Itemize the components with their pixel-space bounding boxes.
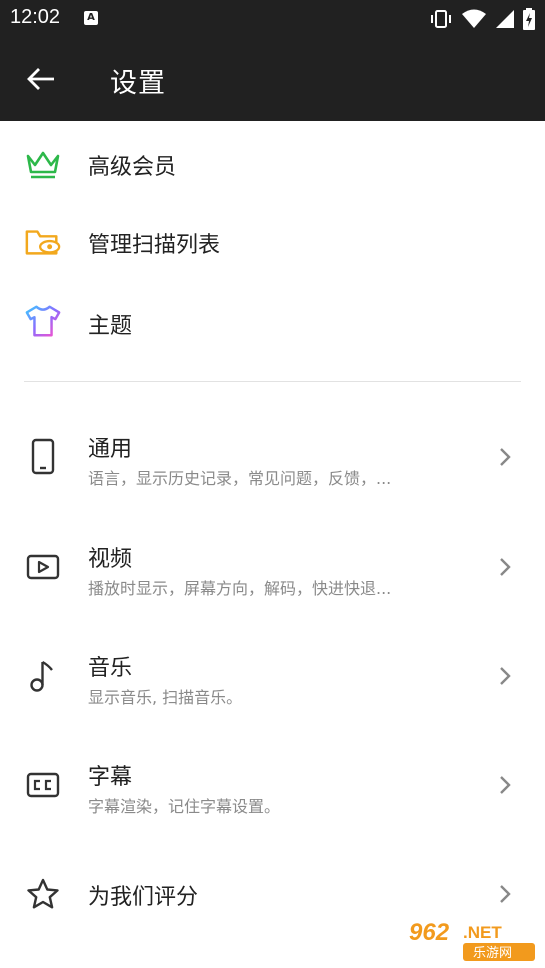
subtitle-settings-item[interactable]: 字幕 字幕渲染，记住字幕设置。: [0, 740, 545, 832]
manage-scan-list-item[interactable]: 管理扫描列表: [0, 204, 545, 280]
folder-eye-icon: [24, 223, 62, 261]
chevron-right-icon: [495, 555, 515, 579]
video-subtitle: 播放时显示，屏幕方向，解码，快进快退...: [88, 579, 392, 598]
arrow-left-icon: [27, 68, 54, 90]
phone-icon: [24, 438, 62, 476]
chevron-right-icon: [495, 445, 515, 469]
svg-text:乐游网: 乐游网: [473, 946, 512, 961]
signal-icon: [496, 10, 514, 28]
music-label: 音乐: [88, 656, 133, 681]
watermark-logo: 962 .NET 乐游网: [405, 914, 537, 964]
premium-label: 高级会员: [88, 155, 177, 180]
svg-text:962: 962: [409, 919, 450, 946]
video-icon: [24, 548, 62, 586]
music-subtitle: 显示音乐, 扫描音乐。: [88, 688, 243, 707]
wifi-icon: [462, 9, 486, 28]
page-title: 设置: [110, 68, 166, 99]
manage-scan-list-label: 管理扫描列表: [88, 233, 221, 258]
music-note-icon: [24, 657, 62, 695]
section-divider: [24, 381, 521, 382]
rate-us-label: 为我们评分: [88, 885, 199, 910]
back-button[interactable]: [22, 60, 60, 98]
status-icons: [429, 8, 535, 30]
general-subtitle: 语言，显示历史记录，常见问题，反馈，...: [88, 469, 392, 488]
cc-icon: [24, 766, 62, 804]
theme-label: 主题: [88, 314, 133, 339]
premium-item[interactable]: 高级会员: [0, 126, 545, 202]
battery-icon: [523, 8, 535, 30]
video-settings-item[interactable]: 视频 播放时显示，屏幕方向，解码，快进快退...: [0, 522, 545, 614]
status-bar: 12:02 A: [0, 0, 545, 38]
star-icon: [24, 875, 62, 913]
chevron-right-icon: [495, 773, 515, 797]
music-settings-item[interactable]: 音乐 显示音乐, 扫描音乐。: [0, 631, 545, 723]
theme-item[interactable]: 主题: [0, 283, 545, 359]
chevron-right-icon: [495, 664, 515, 688]
tshirt-icon: [24, 302, 62, 340]
vibrate-icon: [431, 10, 451, 28]
notification-icon: A: [84, 11, 98, 25]
subtitle-label: 字幕: [88, 765, 133, 790]
status-time: 12:02: [10, 6, 61, 28]
svg-text:.NET: .NET: [463, 923, 502, 942]
subtitle-subtitle: 字幕渲染，记住字幕设置。: [88, 797, 281, 816]
video-label: 视频: [88, 547, 133, 572]
crown-icon: [24, 145, 62, 183]
app-bar: 设置: [0, 38, 545, 121]
chevron-right-icon: [495, 882, 515, 906]
general-label: 通用: [88, 437, 133, 462]
general-settings-item[interactable]: 通用 语言，显示历史记录，常见问题，反馈，...: [0, 412, 545, 504]
